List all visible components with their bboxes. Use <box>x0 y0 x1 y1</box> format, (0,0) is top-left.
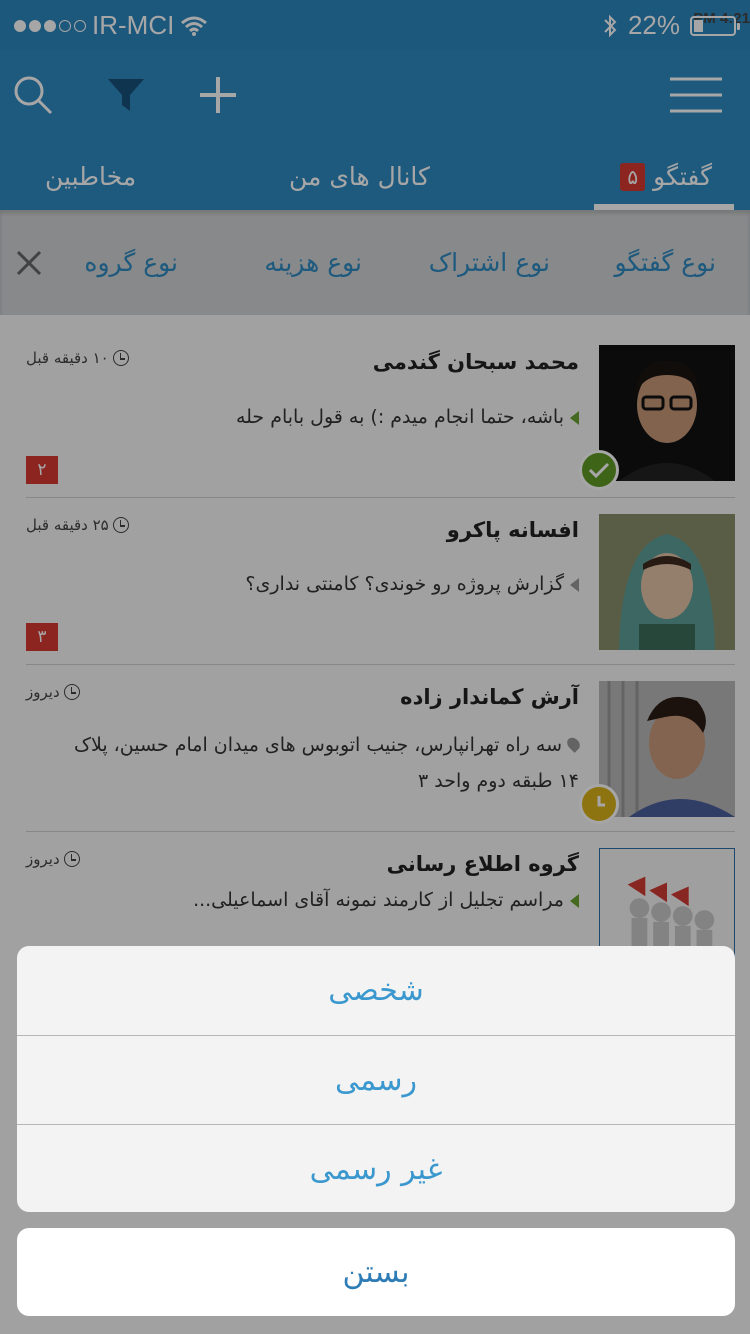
option-formal[interactable]: رسمی <box>17 1036 735 1124</box>
close-button[interactable]: بستن <box>17 1228 735 1316</box>
option-personal[interactable]: شخصی <box>17 946 735 1034</box>
option-informal[interactable]: غیر رسمی <box>17 1125 735 1212</box>
action-sheet: شخصی رسمی غیر رسمی <box>17 946 735 1212</box>
